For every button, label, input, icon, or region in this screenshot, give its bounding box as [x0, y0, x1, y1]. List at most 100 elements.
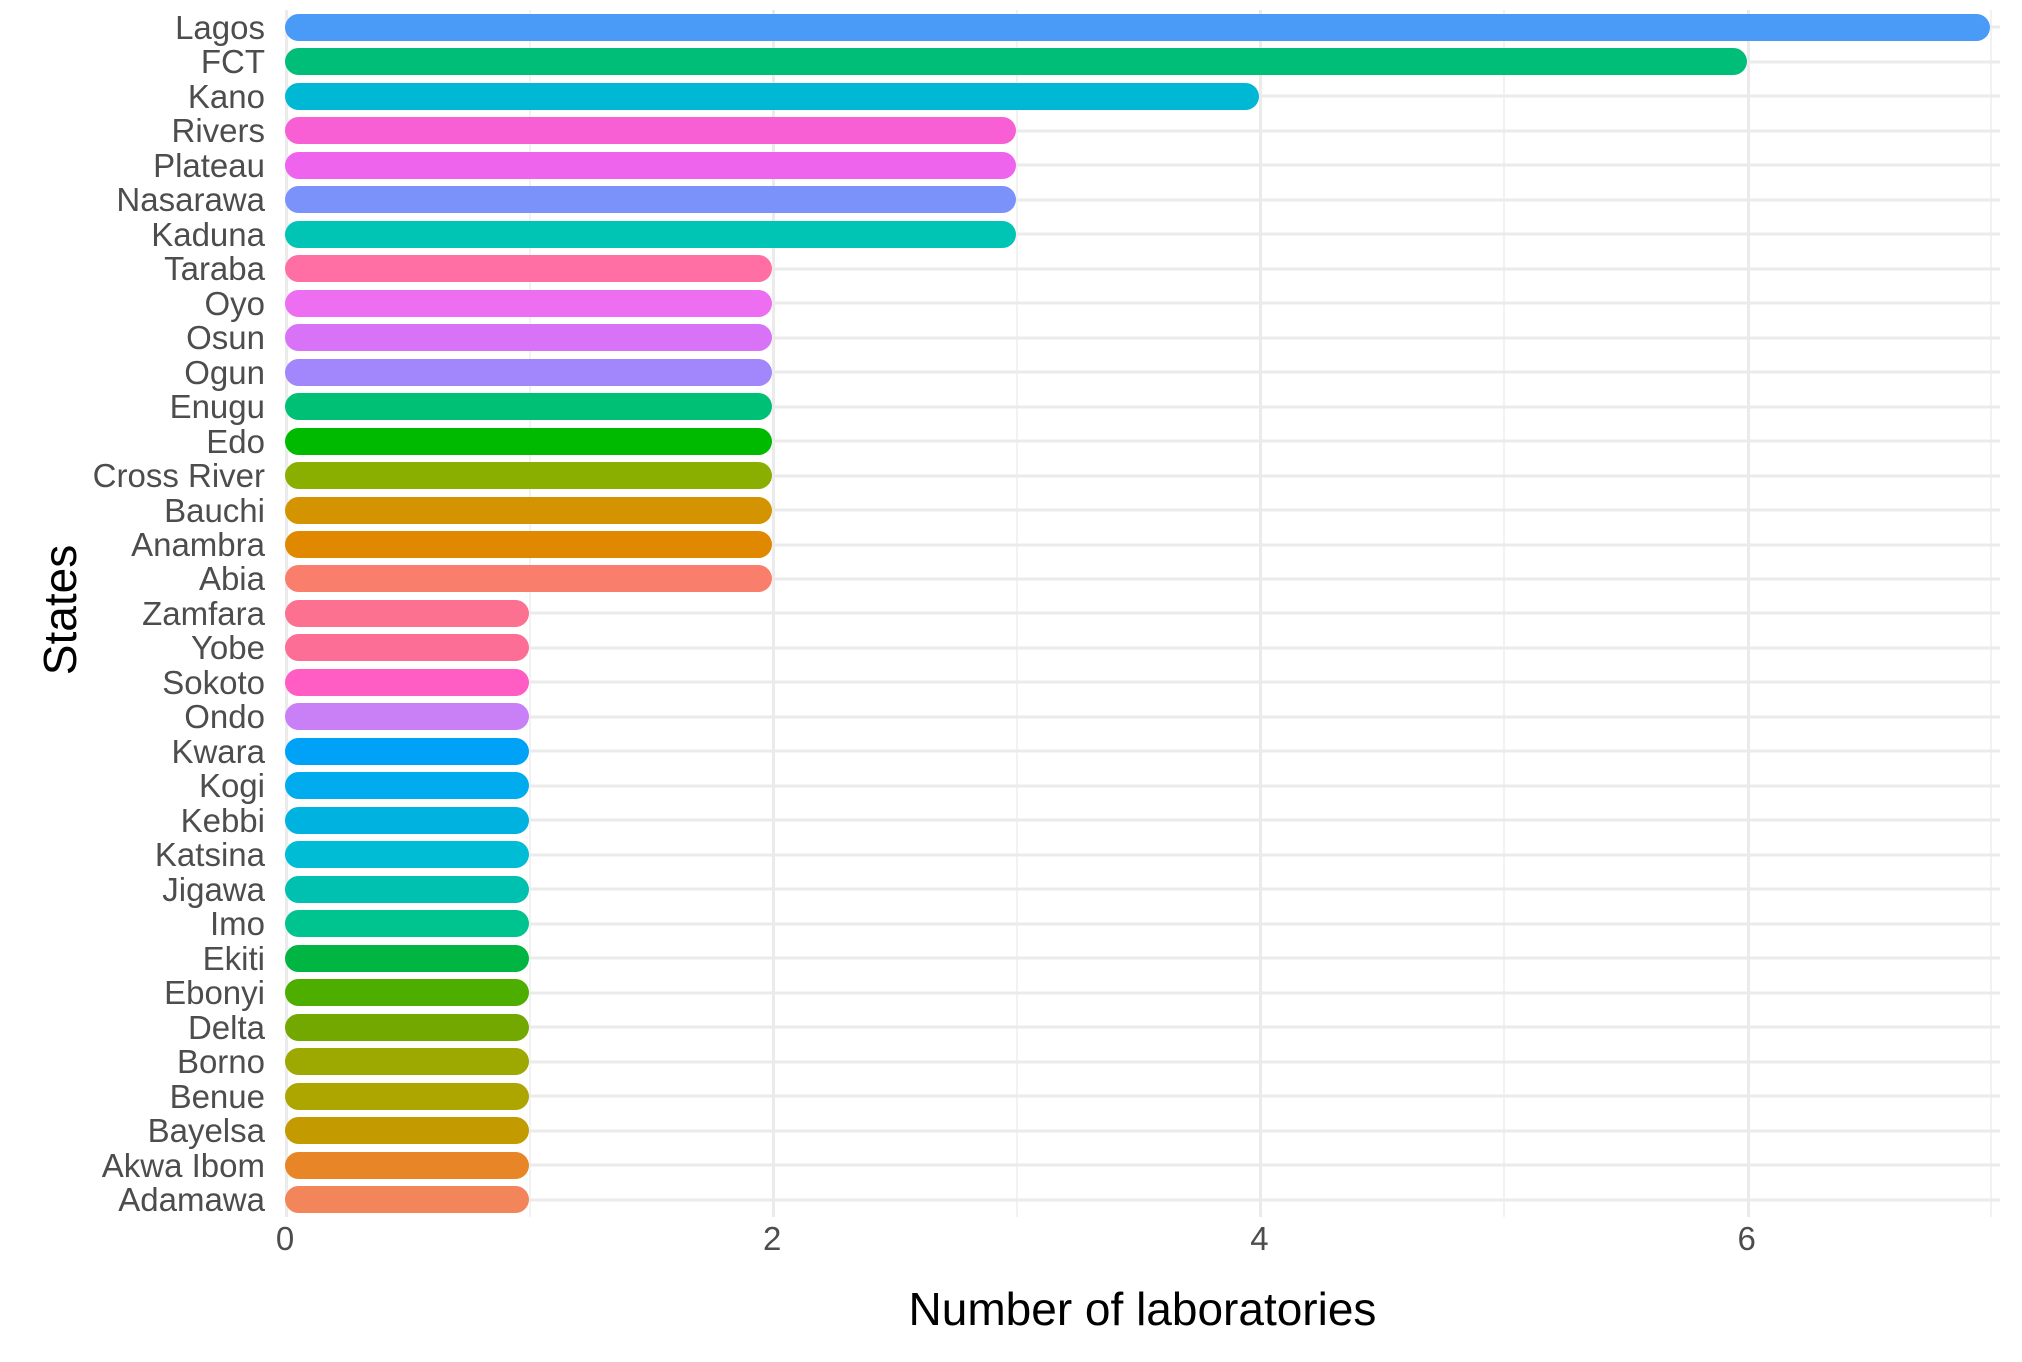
- bar-kaduna[interactable]: [285, 220, 1016, 248]
- bar-row: [285, 79, 2000, 113]
- bar-row: [285, 872, 2000, 906]
- bar-row: [285, 355, 2000, 389]
- bar-nasarawa[interactable]: [285, 186, 1016, 214]
- gridline-horizontal: [285, 818, 2000, 822]
- bar-row: [285, 803, 2000, 837]
- y-axis-tick-label: Anambra: [131, 526, 265, 563]
- bar-imo[interactable]: [285, 910, 529, 938]
- gridline-horizontal: [285, 887, 2000, 891]
- gridline-horizontal: [285, 749, 2000, 753]
- y-axis-tick-label: Rivers: [171, 112, 265, 150]
- bar-enugu[interactable]: [285, 393, 773, 421]
- bar-kogi[interactable]: [285, 772, 529, 800]
- bar-edo[interactable]: [285, 427, 773, 455]
- bar-kwara[interactable]: [285, 737, 529, 765]
- y-axis-tick-label: Delta: [187, 1008, 265, 1046]
- gridline-horizontal: [285, 1094, 2000, 1098]
- y-axis-tick-label: Plateau: [153, 146, 265, 184]
- bar-bayelsa[interactable]: [285, 1117, 529, 1145]
- bar-kano[interactable]: [285, 82, 1260, 110]
- y-axis-title: States: [0, 0, 120, 1220]
- x-axis-tick-label: 6: [1737, 1220, 1756, 1257]
- bar-katsina[interactable]: [285, 841, 529, 869]
- bar-zamfara[interactable]: [285, 599, 529, 627]
- y-axis-tick-label: Edo: [206, 422, 265, 460]
- y-axis-tick-label: Kano: [187, 77, 265, 115]
- y-axis-tick-label: Lagos: [175, 8, 265, 46]
- y-axis-tick-label: Bauchi: [164, 491, 265, 529]
- bar-benue[interactable]: [285, 1082, 529, 1110]
- bar-row: [285, 562, 2000, 596]
- gridline-horizontal: [285, 646, 2000, 650]
- bar-row: [285, 1079, 2000, 1113]
- gridline-horizontal: [285, 1198, 2000, 1202]
- bar-taraba[interactable]: [285, 255, 773, 283]
- bar-plateau[interactable]: [285, 151, 1016, 179]
- gridline-horizontal: [285, 611, 2000, 615]
- y-axis-tick-label: Kaduna: [151, 215, 265, 253]
- y-axis-tick-label: Enugu: [169, 388, 265, 426]
- bar-ekiti[interactable]: [285, 944, 529, 972]
- bar-row: [285, 838, 2000, 872]
- y-axis-tick-label: Zamfara: [142, 594, 265, 632]
- y-axis-tick-labels: Lagos FCT Kano Rivers Plateau Nasarawa Kaduna T…: [92, 8, 275, 1217]
- bar-yobe[interactable]: [285, 634, 529, 662]
- y-axis-tick-label: Ekiti: [202, 939, 265, 977]
- y-axis-tick-label: Kwara: [171, 732, 265, 770]
- y-axis-tick-label: Imo: [209, 905, 265, 943]
- bar-row: [285, 976, 2000, 1010]
- bar-row: [285, 182, 2000, 216]
- bar-kebbi[interactable]: [285, 806, 529, 834]
- bar-row: [285, 148, 2000, 182]
- bar-row: [285, 493, 2000, 527]
- y-axis-tick-label: Benue: [169, 1077, 265, 1115]
- bar-row: [285, 113, 2000, 147]
- bar-row: [285, 665, 2000, 699]
- bar-row: [285, 251, 2000, 285]
- x-axis-tick-labels: 0 2 4 6: [276, 1220, 2000, 1272]
- bar-series: [285, 10, 2000, 1217]
- bar-abia[interactable]: [285, 565, 773, 593]
- bar-ogun[interactable]: [285, 358, 773, 386]
- y-axis-tick-label: Ogun: [184, 353, 265, 391]
- bar-adamawa[interactable]: [285, 1186, 529, 1214]
- bar-anambra[interactable]: [285, 531, 773, 558]
- bar-row: [285, 907, 2000, 941]
- gridline-horizontal: [285, 922, 2000, 926]
- y-axis-tick-label: Akwa Ibom: [101, 1146, 265, 1184]
- bar-jigawa[interactable]: [285, 875, 529, 903]
- bar-borno[interactable]: [285, 1048, 529, 1076]
- bar-row: [285, 320, 2000, 354]
- bar-row: [285, 734, 2000, 768]
- plot-panel: [285, 10, 2000, 1217]
- bar-row: [285, 286, 2000, 320]
- bar-lagos[interactable]: [285, 13, 1991, 41]
- y-axis-tick-label: Yobe: [190, 629, 265, 667]
- y-axis-tick-label: Katsina: [154, 836, 265, 874]
- bar-ebonyi[interactable]: [285, 979, 529, 1007]
- gridline-horizontal: [285, 715, 2000, 719]
- bar-akwa-ibom[interactable]: [285, 1151, 529, 1179]
- bar-row: [285, 458, 2000, 492]
- bar-sokoto[interactable]: [285, 668, 529, 696]
- y-axis-tick-label: Nasarawa: [116, 181, 265, 219]
- gridline-horizontal: [285, 1129, 2000, 1133]
- y-axis-tick-label: Borno: [176, 1043, 265, 1081]
- bar-fct[interactable]: [285, 48, 1747, 76]
- y-axis-tick-label: Cross River: [92, 457, 265, 495]
- bar-delta[interactable]: [285, 1013, 529, 1041]
- bar-cross-river[interactable]: [285, 462, 773, 490]
- bar-oyo[interactable]: [285, 289, 773, 317]
- y-axis-tick-label: Kebbi: [180, 801, 265, 839]
- gridline-horizontal: [285, 853, 2000, 857]
- bar-ondo[interactable]: [285, 703, 529, 731]
- bar-row: [285, 1114, 2000, 1148]
- bar-bauchi[interactable]: [285, 496, 773, 524]
- bar-row: [285, 596, 2000, 630]
- bar-osun[interactable]: [285, 324, 773, 352]
- x-axis-tick-label: 2: [763, 1220, 782, 1257]
- y-axis-tick-label: Jigawa: [162, 870, 265, 908]
- bar-rivers[interactable]: [285, 117, 1016, 145]
- gridline-horizontal: [285, 1060, 2000, 1064]
- y-axis-tick-label: Abia: [198, 560, 265, 598]
